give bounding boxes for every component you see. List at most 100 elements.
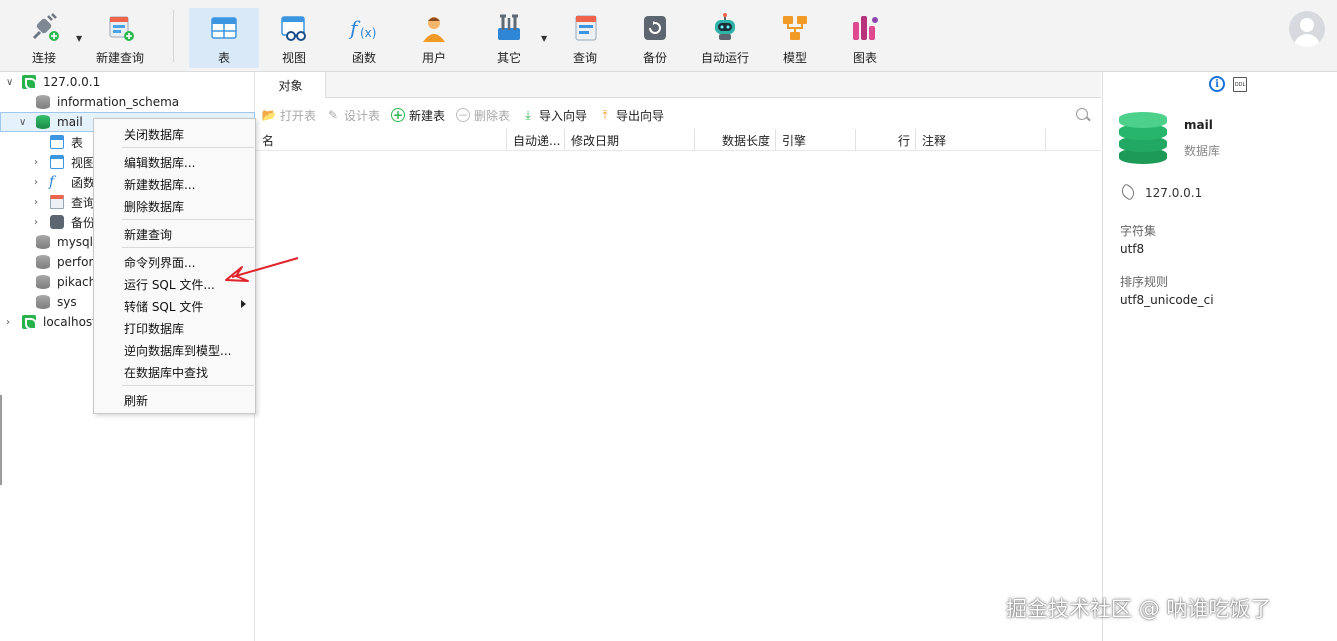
user-icon xyxy=(418,12,450,44)
menu-refresh[interactable]: 刷新 xyxy=(124,390,148,410)
import-wizard-button[interactable]: ⤓ 导入向导 xyxy=(521,106,587,124)
connection-label: 127.0.0.1 xyxy=(43,75,101,89)
new-table-label: 新建表 xyxy=(409,108,446,123)
view-button[interactable]: 视图 xyxy=(270,8,318,68)
info-db-name: mail xyxy=(1184,118,1213,132)
annotation-arrow-icon xyxy=(225,257,299,282)
function-button[interactable]: f (x) 函数 xyxy=(340,8,388,68)
watermark-text: 掘金技术社区 @ 呐谁吃饭了 xyxy=(1006,597,1272,621)
backup-icon xyxy=(50,215,64,229)
ddl-icon[interactable]: DDL xyxy=(1233,77,1247,92)
menu-dump-sql-file[interactable]: 转储 SQL 文件 xyxy=(124,296,203,316)
database-label: perfor xyxy=(57,255,94,269)
window-edge-shadow xyxy=(0,395,2,485)
menu-separator xyxy=(122,247,254,248)
object-list-area[interactable] xyxy=(256,152,1101,641)
open-table-button[interactable]: 📂 打开表 xyxy=(262,106,316,124)
column-header-modified[interactable]: 修改日期 xyxy=(565,129,695,151)
connect-dropdown-icon[interactable]: ▼ xyxy=(76,34,82,43)
menu-separator xyxy=(122,385,254,386)
new-table-button[interactable]: + 新建表 xyxy=(391,106,445,124)
tab-objects[interactable]: 对象 xyxy=(256,72,326,98)
function-icon: f xyxy=(49,174,55,190)
menu-separator xyxy=(122,147,254,148)
menu-reverse-to-model[interactable]: 逆向数据库到模型... xyxy=(124,340,231,360)
collapsed-chevron-icon[interactable]: › xyxy=(34,217,38,228)
info-icon[interactable]: i xyxy=(1209,76,1225,92)
main-toolbar: 连接 ▼ 新建查询 表 视图 f (x) 函数 用户 其它 ▼ 查询 备份 自动… xyxy=(0,0,1337,72)
function-label: 函数 xyxy=(351,51,376,65)
column-header-auto-increment[interactable]: 自动递... xyxy=(507,129,565,151)
database-label: pikach xyxy=(57,275,97,289)
import-wizard-label: 导入向导 xyxy=(539,108,588,123)
user-avatar[interactable] xyxy=(1289,11,1325,47)
backup-icon xyxy=(639,12,671,44)
database-icon xyxy=(36,255,50,269)
menu-run-sql-file[interactable]: 运行 SQL 文件... xyxy=(124,274,215,294)
chart-button[interactable]: 图表 xyxy=(841,8,889,68)
user-label: 用户 xyxy=(421,51,446,65)
search-icon[interactable] xyxy=(1076,108,1088,120)
column-header-comment[interactable]: 注释 xyxy=(916,129,1046,151)
view-icon xyxy=(278,12,310,44)
object-toolbar: 📂 打开表 ✎ 设计表 + 新建表 − 删除表 ⤓ 导入向导 ⤒ 导出向导 xyxy=(256,103,1101,127)
model-icon xyxy=(779,12,811,44)
other-button[interactable]: 其它 xyxy=(485,8,533,68)
menu-edit-database[interactable]: 编辑数据库... xyxy=(124,152,195,172)
table-button[interactable]: 表 xyxy=(189,8,259,68)
object-table-header: 名 自动递... 修改日期 数据长度 引擎 行 注释 xyxy=(256,129,1101,151)
design-table-label: 设计表 xyxy=(344,108,381,123)
new-query-button[interactable]: 新建查询 xyxy=(92,8,148,68)
menu-delete-database[interactable]: 删除数据库 xyxy=(124,196,184,216)
database-open-icon xyxy=(36,115,50,129)
tree-item-label: 函数 xyxy=(71,175,96,190)
menu-find-in-database[interactable]: 在数据库中查找 xyxy=(124,362,208,382)
tree-connection-127[interactable]: ∨ 127.0.0.1 xyxy=(0,72,255,92)
design-table-button[interactable]: ✎ 设计表 xyxy=(326,106,380,124)
menu-print-database[interactable]: 打印数据库 xyxy=(124,318,184,338)
tree-db-information-schema[interactable]: information_schema xyxy=(0,92,255,112)
table-label: 表 xyxy=(217,51,230,65)
add-circle-icon: + xyxy=(391,108,405,122)
column-header-rows[interactable]: 行 xyxy=(856,129,916,151)
column-header-engine[interactable]: 引擎 xyxy=(776,129,856,151)
collapsed-chevron-icon[interactable]: › xyxy=(34,197,38,208)
menu-new-query[interactable]: 新建查询 xyxy=(124,224,172,244)
info-host: 127.0.0.1 xyxy=(1145,186,1203,200)
collapsed-chevron-icon[interactable]: › xyxy=(34,177,38,188)
database-label: mysql xyxy=(57,235,93,249)
tree-item-label: 备份 xyxy=(71,215,96,230)
delete-table-label: 删除表 xyxy=(474,108,511,123)
backup-button[interactable]: 备份 xyxy=(631,8,679,68)
expanded-chevron-icon[interactable]: ∨ xyxy=(19,117,26,128)
menu-new-database[interactable]: 新建数据库... xyxy=(124,174,195,194)
automation-button[interactable]: 自动运行 xyxy=(695,8,755,68)
collapsed-chevron-icon[interactable]: › xyxy=(34,157,38,168)
charset-value: utf8 xyxy=(1120,242,1145,256)
collapsed-chevron-icon[interactable]: › xyxy=(6,317,10,328)
user-button[interactable]: 用户 xyxy=(410,8,458,68)
other-dropdown-icon[interactable]: ▼ xyxy=(541,34,547,43)
column-header-data-length[interactable]: 数据长度 xyxy=(695,129,776,151)
menu-separator xyxy=(122,219,254,220)
delete-table-button[interactable]: − 删除表 xyxy=(456,106,510,124)
connection-host-icon xyxy=(1118,183,1138,201)
tree-item-label: 查询 xyxy=(71,195,96,210)
submenu-arrow-icon xyxy=(241,300,246,308)
menu-command-line[interactable]: 命令列界面... xyxy=(124,252,195,272)
export-wizard-button[interactable]: ⤒ 导出向导 xyxy=(598,106,664,124)
model-button[interactable]: 模型 xyxy=(771,8,819,68)
menu-close-database[interactable]: 关闭数据库 xyxy=(124,124,184,144)
collation-value: utf8_unicode_ci xyxy=(1120,293,1214,307)
database-icon xyxy=(36,235,50,249)
connection-label: localhost xyxy=(43,315,97,329)
database-label: sys xyxy=(57,295,77,309)
column-header-name[interactable]: 名 xyxy=(256,129,507,151)
toolbar-separator xyxy=(173,10,174,62)
database-icon xyxy=(36,95,50,109)
connect-button[interactable]: 连接 xyxy=(20,8,68,68)
expanded-chevron-icon[interactable]: ∨ xyxy=(6,77,13,88)
chart-icon xyxy=(849,12,881,44)
remove-circle-icon: − xyxy=(456,108,470,122)
query-button[interactable]: 查询 xyxy=(561,8,609,68)
